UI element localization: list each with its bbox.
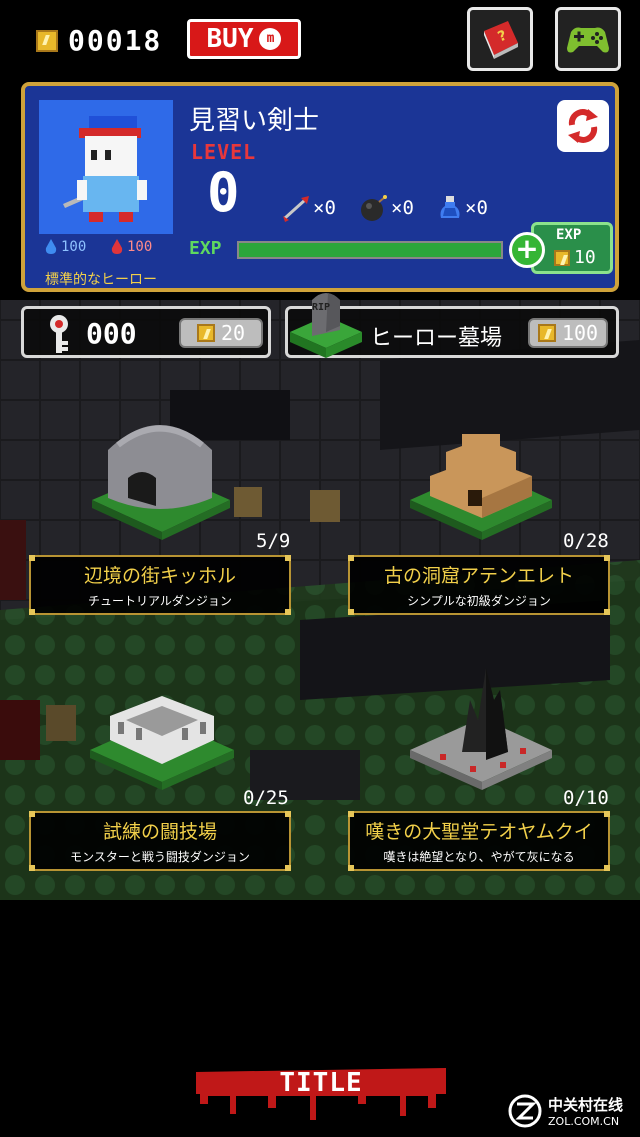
dungeon-progress: 0/25 (243, 787, 289, 809)
exp-buy-cost: 10 (554, 247, 596, 268)
arrow-icon (283, 196, 309, 222)
bomb-icon (361, 195, 387, 221)
mp-value: 100 (61, 239, 87, 255)
key-icon (50, 315, 68, 353)
plus-icon[interactable]: + (509, 232, 545, 268)
title-button[interactable]: TITLE (196, 1064, 446, 1124)
dungeon-card-atenelet[interactable]: 古の洞窟アテンエレト シンプルな初級ダンジョン (348, 555, 610, 615)
exp-bar (237, 241, 503, 259)
coin-count: 00018 (68, 24, 163, 57)
gamepad-icon (567, 27, 609, 53)
arrow-item: ×0 (281, 194, 336, 222)
key-panel[interactable]: 000 20 (21, 306, 271, 358)
hp-stat: 100 (111, 239, 152, 255)
level-value: 0 (207, 161, 240, 224)
mp-stat: 100 (45, 239, 86, 255)
dungeon-card-arena[interactable]: 試練の闘技場 モンスターと戦う闘技ダンジョン (29, 811, 291, 871)
watermark-cn: 中关村在线 (548, 1096, 624, 1114)
refresh-icon (568, 109, 598, 143)
hero-panel: 見習い剣士 LEVEL 0 ×0 ×0 ×0 100 100 標準的なヒーロー … (21, 82, 619, 292)
blood-drop-icon (111, 239, 123, 254)
water-drop-icon (45, 239, 57, 254)
graveyard-price-value: 100 (561, 321, 599, 345)
gamepad-button[interactable] (555, 7, 621, 71)
dungeon-title: 嘆きの大聖堂テオヤムクイ (365, 821, 593, 843)
buy-label: BUY (206, 24, 254, 54)
gravestone-text: RIP (312, 302, 330, 313)
watermark-en: ZOL.COM.CN (548, 1115, 620, 1128)
gravestone-icon: RIP (290, 293, 362, 358)
key-count: 000 (86, 317, 137, 350)
key-price-value: 20 (220, 321, 246, 345)
hero-class: 標準的なヒーロー (45, 272, 157, 288)
dungeon-progress: 5/9 (256, 530, 291, 552)
zol-logo-icon (508, 1094, 542, 1128)
refresh-button[interactable] (557, 100, 609, 152)
help-book-button[interactable]: ? (467, 7, 533, 71)
dungeon-card-kiohol[interactable]: 辺境の街キッホル チュートリアルダンジョン (29, 555, 291, 615)
hero-portrait[interactable] (39, 100, 173, 234)
coin-icon (36, 29, 58, 52)
hp-value: 100 (127, 239, 153, 255)
potion-icon (440, 196, 460, 218)
m-coin-icon: m (259, 28, 282, 50)
dungeon-subtitle: シンプルな初級ダンジョン (407, 594, 551, 608)
dungeon-title: 古の洞窟アテンエレト (383, 565, 574, 587)
exp-label: EXP (189, 238, 222, 259)
potion-item: ×0 (437, 194, 488, 222)
exp-fill (239, 243, 501, 257)
arrow-count: ×0 (313, 197, 336, 219)
dungeon-subtitle: 嘆きは絶望となり、やがて灰になる (383, 850, 575, 864)
hero-sprite-icon (63, 116, 147, 222)
dungeon-title: 試練の闘技場 (102, 821, 217, 843)
book-help-icon: ? (484, 21, 518, 59)
bomb-item: ×0 (359, 194, 414, 222)
coin-icon (554, 249, 570, 266)
buy-button[interactable]: BUY m (187, 19, 301, 59)
potion-count: ×0 (465, 197, 488, 219)
graveyard-label: ヒーロー墓場 (370, 326, 503, 351)
coin-counter: 00018 (36, 24, 162, 57)
dungeon-subtitle: チュートリアルダンジョン (88, 594, 232, 608)
exp-buy-cost-value: 10 (574, 247, 596, 268)
watermark: 中关村在线 ZOL.COM.CN (508, 1094, 623, 1128)
graveyard-price[interactable]: 100 (528, 318, 608, 348)
hero-name: 見習い剣士 (189, 106, 320, 136)
dungeon-card-cathedral[interactable]: 嘆きの大聖堂テオヤムクイ 嘆きは絶望となり、やがて灰になる (348, 811, 610, 871)
dungeon-title: 辺境の街キッホル (83, 565, 236, 587)
bomb-count: ×0 (391, 197, 414, 219)
dungeon-progress: 0/28 (563, 530, 609, 552)
exp-buy-label: EXP (556, 227, 582, 243)
dungeon-subtitle: モンスターと戦う闘技ダンジョン (70, 850, 250, 864)
dungeon-progress: 0/10 (563, 787, 609, 809)
title-button-label: TITLE (279, 1068, 363, 1098)
key-price[interactable]: 20 (179, 318, 263, 348)
coin-icon (537, 324, 556, 342)
coin-icon (196, 324, 215, 342)
